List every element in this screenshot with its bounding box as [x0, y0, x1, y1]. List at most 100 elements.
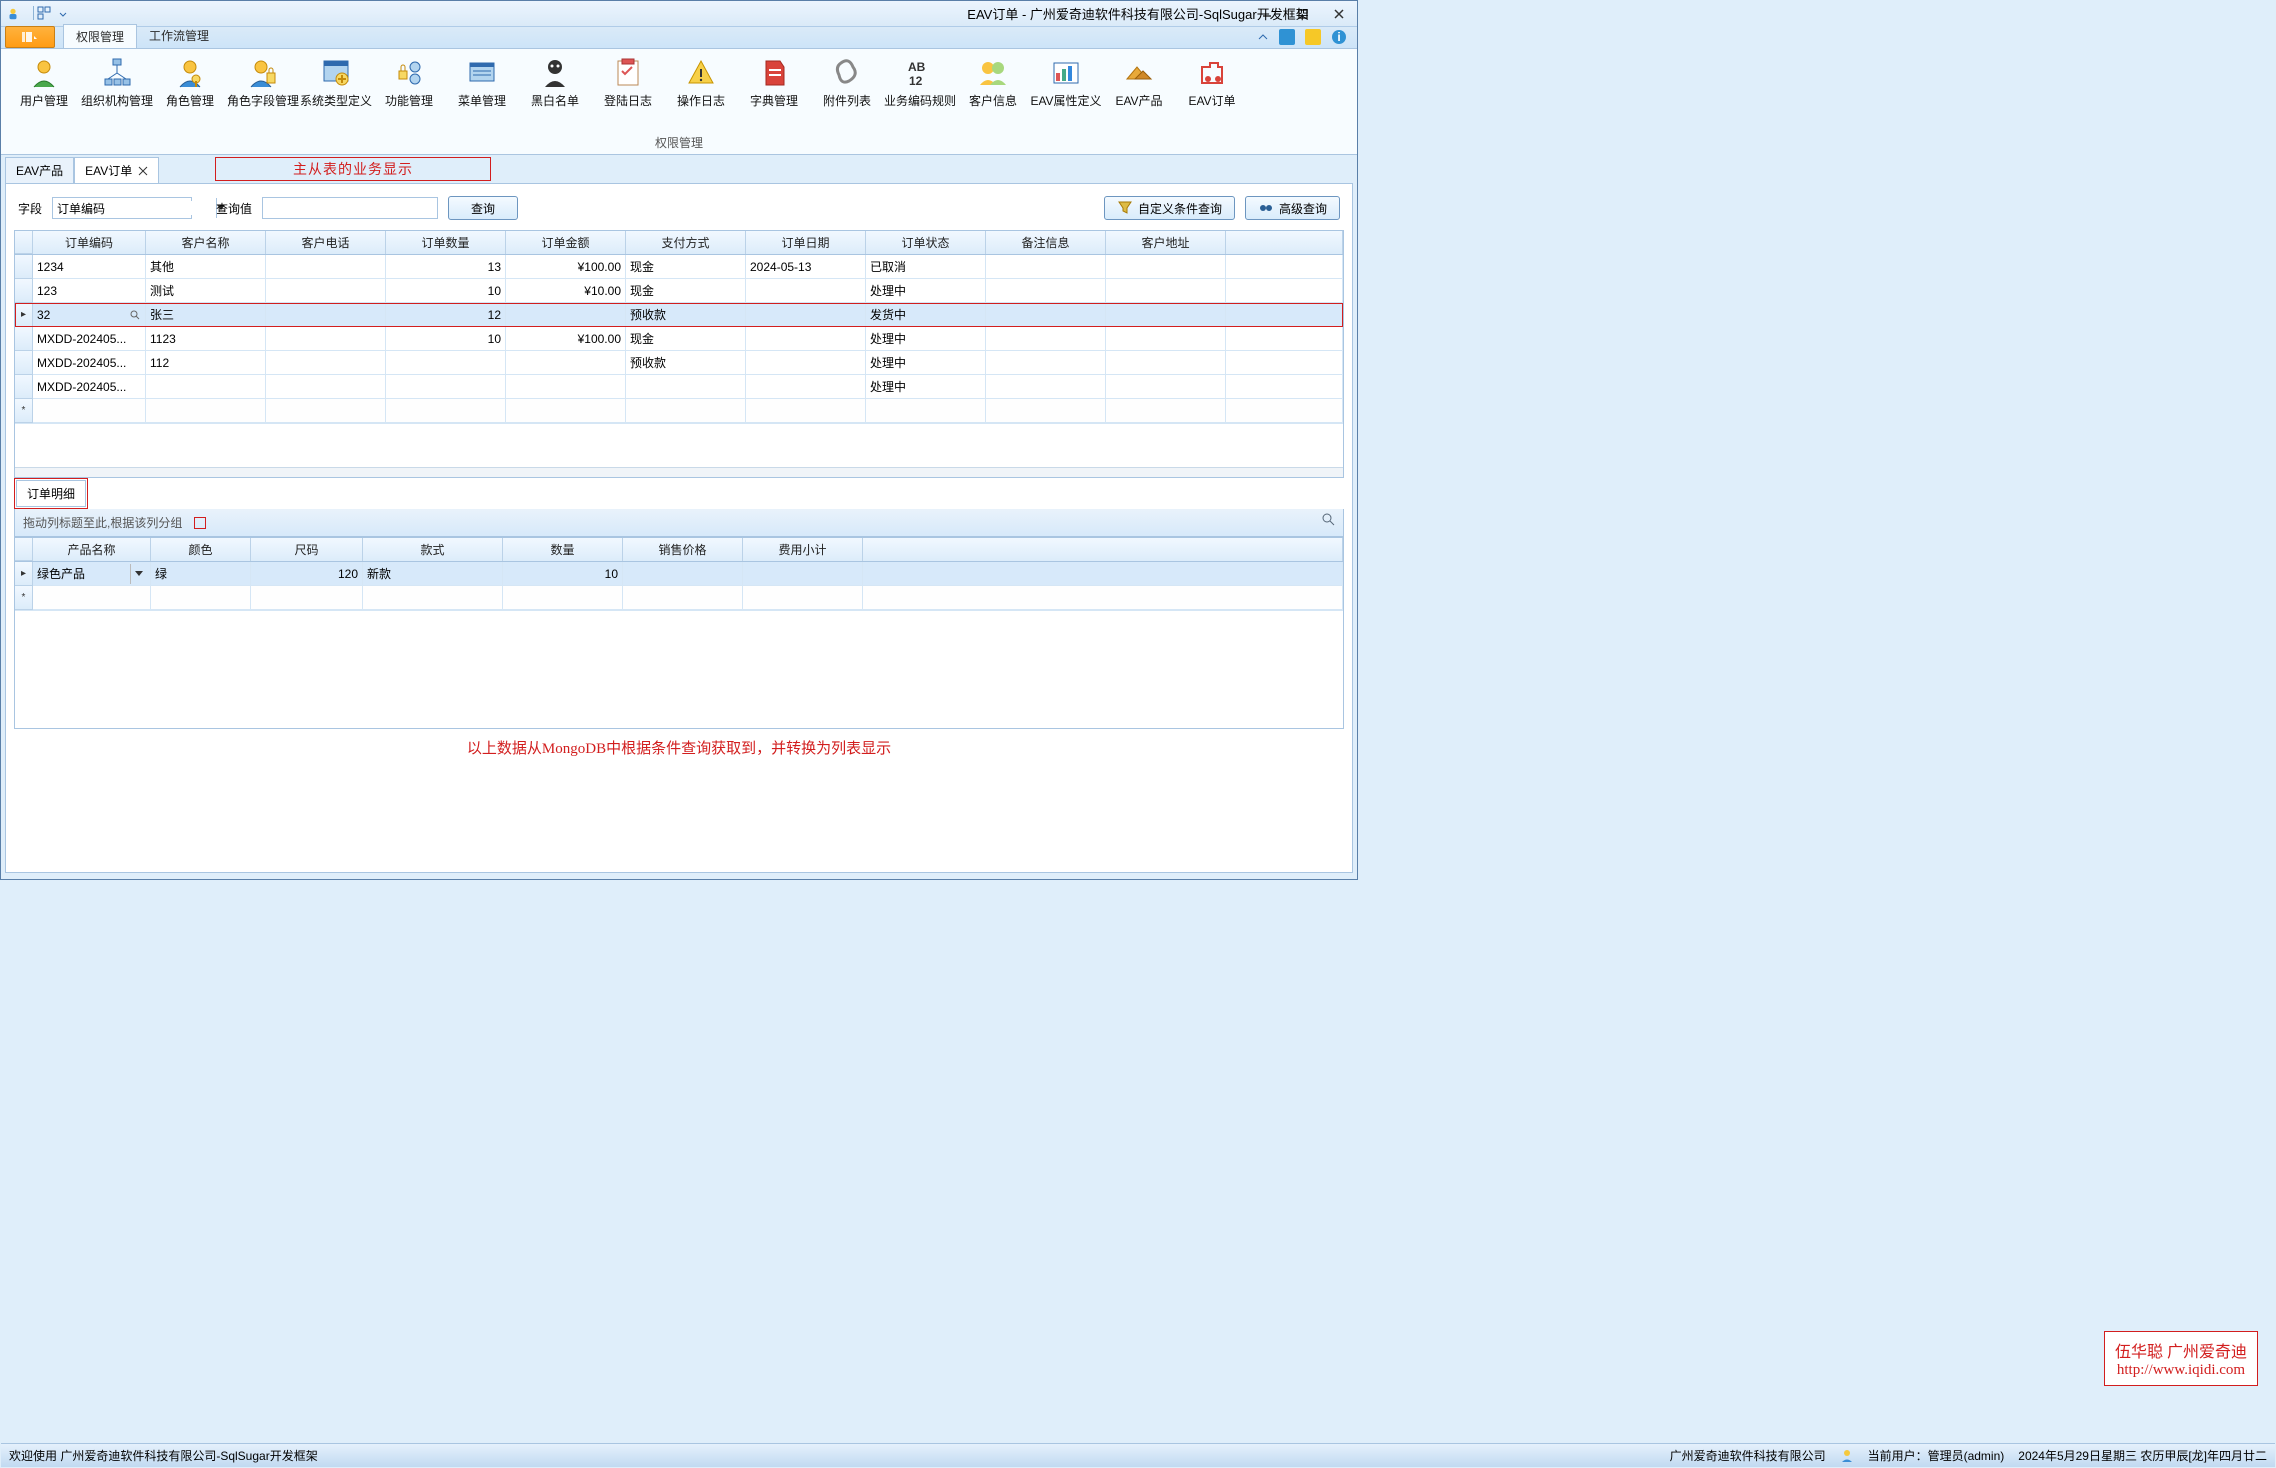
cell[interactable]: 绿: [151, 562, 251, 586]
ribbon-item[interactable]: 角色管理: [155, 53, 225, 109]
header-mail-icon[interactable]: [1305, 29, 1321, 45]
cell[interactable]: MXDD-202405...: [33, 375, 146, 399]
table-row[interactable]: ▸绿色产品绿120新款10: [15, 562, 1343, 586]
column-header[interactable]: 订单金额: [506, 231, 626, 254]
cell[interactable]: [146, 375, 266, 399]
file-menu-button[interactable]: [5, 26, 55, 48]
cell[interactable]: ¥100.00: [506, 255, 626, 279]
cell[interactable]: 预收款: [626, 351, 746, 375]
ribbon-item[interactable]: 组织机构管理: [82, 53, 152, 109]
ribbon-item[interactable]: AB12业务编码规则: [885, 53, 955, 109]
value-input[interactable]: [262, 197, 438, 219]
query-button[interactable]: 查询: [448, 196, 518, 220]
cell[interactable]: [266, 303, 386, 327]
ribbon-item[interactable]: EAV订单: [1177, 53, 1247, 109]
table-row-new[interactable]: *: [15, 399, 1343, 423]
cell[interactable]: [746, 279, 866, 303]
qat-windows-icon[interactable]: [37, 6, 55, 22]
cell[interactable]: 1123: [146, 327, 266, 351]
cell[interactable]: [1106, 255, 1226, 279]
column-header[interactable]: 支付方式: [626, 231, 746, 254]
column-header[interactable]: 订单编码: [33, 231, 146, 254]
ribbon-item[interactable]: 黑白名单: [520, 53, 590, 109]
table-row[interactable]: MXDD-202405... 处理中: [15, 375, 1343, 399]
menu-tab[interactable]: 工作流管理: [137, 24, 221, 48]
cell[interactable]: 张三: [146, 303, 266, 327]
cell[interactable]: [386, 375, 506, 399]
cell[interactable]: [743, 562, 863, 586]
column-header[interactable]: 款式: [363, 538, 503, 561]
column-header[interactable]: 客户地址: [1106, 231, 1226, 254]
column-header[interactable]: 尺码: [251, 538, 363, 561]
column-header[interactable]: 备注信息: [986, 231, 1106, 254]
cell[interactable]: [986, 303, 1106, 327]
cell[interactable]: [986, 255, 1106, 279]
ribbon-item[interactable]: EAV产品: [1104, 53, 1174, 109]
cell[interactable]: [266, 351, 386, 375]
ribbon-item[interactable]: 字典管理: [739, 53, 809, 109]
column-header[interactable]: 费用小计: [743, 538, 863, 561]
cell[interactable]: 2024-05-13: [746, 255, 866, 279]
header-info-icon[interactable]: i: [1331, 29, 1347, 45]
cell[interactable]: [506, 303, 626, 327]
cell[interactable]: 已取消: [866, 255, 986, 279]
table-row[interactable]: ▸32张三12预收款发货中: [15, 303, 1343, 327]
maximize-button[interactable]: [1285, 1, 1321, 26]
cell[interactable]: [1106, 351, 1226, 375]
advanced-query-button[interactable]: 高级查询: [1245, 196, 1340, 220]
cell[interactable]: 预收款: [626, 303, 746, 327]
ribbon-item[interactable]: 菜单管理: [447, 53, 517, 109]
column-header[interactable]: 订单状态: [866, 231, 986, 254]
cell[interactable]: [1106, 303, 1226, 327]
cell[interactable]: 现金: [626, 255, 746, 279]
cell[interactable]: [266, 327, 386, 351]
custom-query-button[interactable]: 自定义条件查询: [1104, 196, 1235, 220]
cell[interactable]: 1234: [33, 255, 146, 279]
cell[interactable]: 12: [386, 303, 506, 327]
main-grid[interactable]: 订单编码客户名称客户电话订单数量订单金额支付方式订单日期订单状态备注信息客户地址…: [14, 230, 1344, 478]
field-combo-input[interactable]: [53, 201, 216, 215]
ribbon-item[interactable]: 登陆日志: [593, 53, 663, 109]
column-header[interactable]: 数量: [503, 538, 623, 561]
cell[interactable]: [746, 375, 866, 399]
ribbon-item[interactable]: 操作日志: [666, 53, 736, 109]
ribbon-item[interactable]: 用户管理: [9, 53, 79, 109]
ribbon-collapse-icon[interactable]: [1257, 31, 1269, 43]
detail-grid[interactable]: 产品名称颜色尺码款式数量销售价格费用小计 ▸绿色产品绿120新款10*: [14, 537, 1344, 729]
cell[interactable]: 112: [146, 351, 266, 375]
cell[interactable]: 绿色产品: [33, 562, 151, 586]
cell[interactable]: ¥10.00: [506, 279, 626, 303]
cell[interactable]: 123: [33, 279, 146, 303]
cell[interactable]: [1106, 327, 1226, 351]
table-row[interactable]: 123测试10¥10.00现金处理中: [15, 279, 1343, 303]
cell[interactable]: 120: [251, 562, 363, 586]
table-row-new[interactable]: *: [15, 586, 1343, 610]
close-icon[interactable]: [138, 166, 148, 176]
cell[interactable]: ¥100.00: [506, 327, 626, 351]
cell[interactable]: [746, 327, 866, 351]
cell[interactable]: [266, 375, 386, 399]
ribbon-item[interactable]: 角色字段管理: [228, 53, 298, 109]
cell[interactable]: [266, 279, 386, 303]
close-button[interactable]: [1321, 1, 1357, 26]
cell[interactable]: 10: [503, 562, 623, 586]
cell[interactable]: [506, 375, 626, 399]
ribbon-item[interactable]: 附件列表: [812, 53, 882, 109]
cell[interactable]: [986, 279, 1106, 303]
cell[interactable]: [506, 351, 626, 375]
cell[interactable]: 处理中: [866, 375, 986, 399]
group-by-hint[interactable]: 拖动列标题至此,根据该列分组: [14, 509, 1344, 537]
cell[interactable]: [746, 303, 866, 327]
cell-combo-drop[interactable]: [130, 564, 146, 584]
header-chat-icon[interactable]: [1279, 29, 1295, 45]
menu-tab[interactable]: 权限管理: [63, 24, 137, 48]
cell[interactable]: 处理中: [866, 279, 986, 303]
cell[interactable]: 处理中: [866, 351, 986, 375]
column-header[interactable]: 产品名称: [33, 538, 151, 561]
cell[interactable]: 10: [386, 279, 506, 303]
cell[interactable]: [746, 351, 866, 375]
cell[interactable]: 10: [386, 327, 506, 351]
doc-tab[interactable]: EAV产品: [5, 157, 74, 183]
cell[interactable]: 32: [33, 303, 146, 327]
cell[interactable]: [386, 351, 506, 375]
